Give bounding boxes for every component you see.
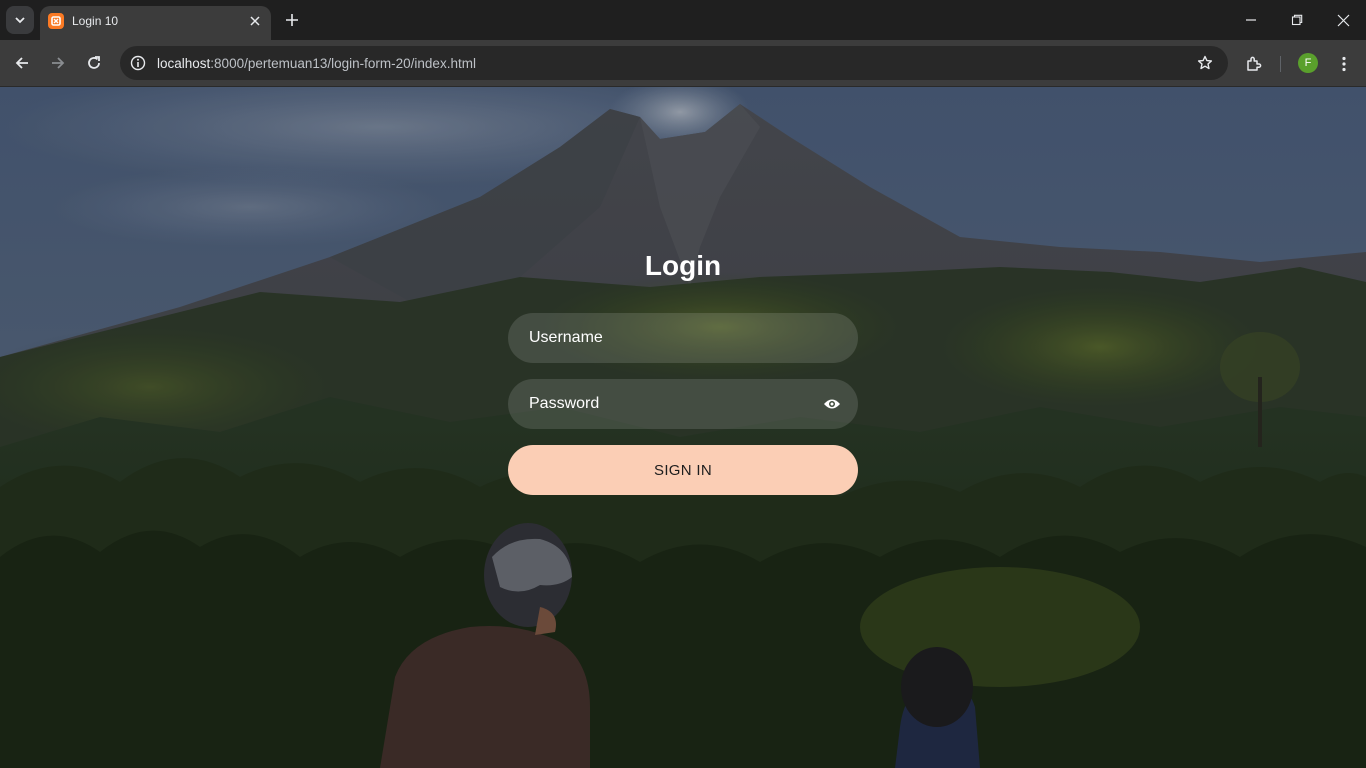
- tab-title: Login 10: [72, 14, 119, 28]
- favicon: [48, 13, 64, 29]
- url-text: localhost:8000/pertemuan13/login-form-20…: [157, 56, 476, 71]
- minimize-icon[interactable]: [1228, 0, 1274, 40]
- page-viewport: Login SIGN IN: [0, 87, 1366, 768]
- plus-icon[interactable]: [280, 8, 304, 32]
- url-path: :8000/pertemuan13/login-form-20/index.ht…: [210, 56, 476, 71]
- site-info-icon[interactable]: [126, 51, 150, 75]
- window-close-icon[interactable]: [1320, 0, 1366, 40]
- eye-icon[interactable]: [820, 393, 844, 415]
- kebab-menu-icon[interactable]: [1333, 52, 1355, 76]
- address-bar[interactable]: localhost:8000/pertemuan13/login-form-20…: [120, 46, 1228, 80]
- forward-icon[interactable]: [46, 51, 70, 75]
- close-icon[interactable]: [245, 11, 265, 31]
- browser-tab[interactable]: Login 10: [40, 6, 271, 40]
- back-icon[interactable]: [10, 51, 34, 75]
- username-input[interactable]: [508, 313, 858, 363]
- profile-avatar[interactable]: F: [1298, 53, 1318, 73]
- login-title: Login: [644, 250, 722, 281]
- password-input[interactable]: [508, 379, 858, 429]
- tab-search-icon[interactable]: [6, 6, 34, 34]
- star-icon[interactable]: [1194, 52, 1216, 74]
- url-host: localhost: [157, 56, 211, 71]
- toolbar-divider: [1280, 56, 1281, 72]
- browser-toolbar: localhost:8000/pertemuan13/login-form-20…: [0, 40, 1366, 87]
- restore-icon[interactable]: [1274, 0, 1320, 40]
- reload-icon[interactable]: [82, 51, 106, 75]
- tab-strip: Login 10: [0, 0, 1366, 40]
- sign-in-button[interactable]: SIGN IN: [508, 445, 858, 495]
- extensions-icon[interactable]: [1242, 52, 1266, 76]
